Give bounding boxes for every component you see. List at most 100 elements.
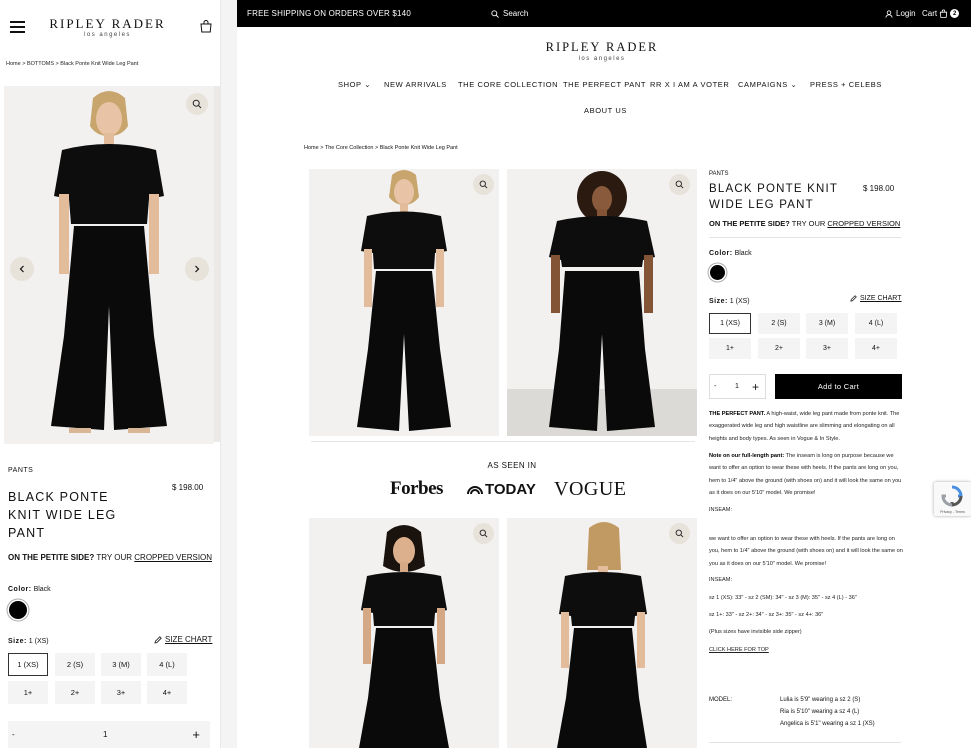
size-option[interactable]: 2 (S) xyxy=(758,313,800,334)
as-seen-in-heading: AS SEEN IN xyxy=(487,461,537,470)
recaptcha-terms: Privacy - Terms xyxy=(940,510,965,514)
size-option[interactable]: 3 (M) xyxy=(806,313,848,334)
nav-item-shop[interactable]: SHOP ⌄ xyxy=(338,80,371,89)
nav-item-campaigns[interactable]: CAMPAIGNS ⌄ xyxy=(738,80,797,89)
add-to-cart-button[interactable]: Add to Cart xyxy=(775,374,902,399)
perfect-pant-heading: THE PERFECT PANT. xyxy=(709,411,766,417)
size-option[interactable]: 3+ xyxy=(101,681,141,704)
divider xyxy=(709,742,901,743)
product-image[interactable] xyxy=(309,169,499,436)
size-option[interactable]: 2+ xyxy=(55,681,95,704)
nav-item-voter[interactable]: RR x I AM A VOTER xyxy=(650,80,729,89)
product-image[interactable] xyxy=(4,86,214,444)
size-option[interactable]: 1+ xyxy=(8,681,48,704)
petite-notice: ON THE PETITE SIDE? TRY OUR CROPPED VERS… xyxy=(8,553,212,562)
size-option[interactable]: 1 (XS) xyxy=(8,653,48,676)
color-label-row: Color: Black xyxy=(8,586,51,593)
size-option[interactable]: 1+ xyxy=(709,338,751,359)
mobile-scroll-divider xyxy=(220,0,237,748)
zoom-icon[interactable] xyxy=(669,523,690,544)
product-image[interactable] xyxy=(309,518,499,748)
cropped-version-link[interactable]: CROPPED VERSION xyxy=(827,219,900,228)
product-category: PANTS xyxy=(709,171,729,177)
size-option[interactable]: 4 (L) xyxy=(147,653,187,676)
note-heading: Note on our full-length pant: xyxy=(709,453,785,459)
quantity-decrease-button[interactable]: - xyxy=(12,730,15,739)
product-title: BLACK PONTE KNIT WIDE LEG PANT xyxy=(8,490,117,540)
size-option[interactable]: 3 (M) xyxy=(101,653,141,676)
size-option[interactable]: 4+ xyxy=(147,681,187,704)
cropped-version-link[interactable]: CROPPED VERSION xyxy=(134,553,212,562)
zoom-icon[interactable] xyxy=(473,523,494,544)
size-value: 1 (XS) xyxy=(28,638,49,645)
inseam-plus-sizes: sz 1+: 33" - sz 2+: 34" - sz 3+: 35" - s… xyxy=(709,612,824,618)
color-swatch-black[interactable] xyxy=(9,601,27,619)
recaptcha-badge[interactable]: Privacy - Terms xyxy=(934,482,971,516)
size-option[interactable]: 3+ xyxy=(806,338,848,359)
bag-icon[interactable] xyxy=(199,19,213,33)
today-text: TODAY xyxy=(485,481,536,498)
petite-try: TRY OUR xyxy=(791,219,826,228)
size-label: Size: xyxy=(8,638,27,645)
nav-item-press[interactable]: PRESS + CELEBS xyxy=(810,80,882,89)
zoom-icon[interactable] xyxy=(473,174,494,195)
size-label-row: Size: 1 (XS) xyxy=(709,298,750,305)
quantity-input[interactable]: 1 xyxy=(735,383,739,390)
product-category: PANTS xyxy=(8,467,34,474)
brand-logo[interactable]: RIPLEY RADER los angeles xyxy=(537,41,667,62)
size-option[interactable]: 2+ xyxy=(758,338,800,359)
product-image[interactable] xyxy=(507,518,697,748)
logo-text: RIPLEY RADER xyxy=(545,40,659,54)
size-option[interactable]: 2 (S) xyxy=(55,653,95,676)
today-logo: TODAY xyxy=(467,481,536,498)
brand-logo[interactable]: RIPLEY RADER los angeles xyxy=(40,17,175,38)
product-image[interactable] xyxy=(507,169,697,436)
inseam-label: INSEAM: xyxy=(709,577,733,583)
announcement-bar: FREE SHIPPING ON ORDERS OVER $140 Search… xyxy=(237,0,971,27)
pencil-icon xyxy=(850,295,857,302)
zoom-icon[interactable] xyxy=(669,174,690,195)
size-chart-link[interactable]: SIZE CHART xyxy=(850,295,902,302)
size-option[interactable]: 4+ xyxy=(855,338,897,359)
nav-item-new-arrivals[interactable]: NEW ARRIVALS xyxy=(384,80,447,89)
chevron-right-icon xyxy=(195,265,200,273)
color-swatch-black[interactable] xyxy=(710,265,725,280)
prev-image-button[interactable] xyxy=(10,257,34,281)
zipper-note: (Plus sizes have invisible side zipper) xyxy=(709,629,802,635)
cart-count-badge: 2 xyxy=(950,9,960,18)
logo-subtext: los angeles xyxy=(578,55,626,62)
logo-text: RIPLEY RADER xyxy=(49,16,166,31)
quantity-decrease-button[interactable]: - xyxy=(714,383,716,390)
vogue-logo: VOGUE xyxy=(554,478,627,500)
next-image-button[interactable] xyxy=(185,257,209,281)
login-link[interactable]: Login xyxy=(885,9,916,18)
breadcrumb[interactable]: Home > BOTTOMS > Black Ponte Knit Wide L… xyxy=(6,61,138,67)
petite-question: ON THE PETITE SIDE? xyxy=(709,219,790,228)
product-price: $ 198.00 xyxy=(863,184,895,193)
chevron-down-icon: ⌄ xyxy=(787,80,798,89)
color-value: Black xyxy=(734,250,752,257)
size-chart-label: SIZE CHART xyxy=(860,295,902,302)
quantity-increase-button[interactable]: + xyxy=(752,380,759,394)
nav-label: SHOP xyxy=(338,80,362,89)
size-value: 1 (XS) xyxy=(729,298,750,305)
size-option[interactable]: 1 (XS) xyxy=(709,313,751,334)
size-chart-link[interactable]: SIZE CHART xyxy=(154,635,212,644)
quantity-stepper: - 1 + xyxy=(8,721,210,748)
menu-icon[interactable] xyxy=(10,21,25,33)
description-perfect-pant: THE PERFECT PANT. A high-waist, wide leg… xyxy=(709,408,903,445)
quantity-increase-button[interactable]: + xyxy=(192,727,200,742)
size-option[interactable]: 4 (L) xyxy=(855,313,897,334)
breadcrumb[interactable]: Home > The Core Collection > Black Ponte… xyxy=(304,145,458,151)
search-button[interactable]: Search xyxy=(491,9,528,18)
nav-item-about[interactable]: ABOUT US xyxy=(584,106,627,115)
mobile-header: RIPLEY RADER los angeles xyxy=(0,0,220,56)
petite-try: TRY OUR xyxy=(96,553,133,562)
zoom-icon[interactable] xyxy=(186,93,208,115)
quantity-input[interactable]: 1 xyxy=(103,730,107,739)
click-here-for-top-link[interactable]: CLICK HERE FOR TOP xyxy=(709,644,903,656)
nav-item-perfect-pant[interactable]: THE PERFECT PANT xyxy=(563,80,646,89)
nav-item-core-collection[interactable]: THE CORE COLLECTION xyxy=(458,80,558,89)
user-icon xyxy=(885,9,893,18)
cart-link[interactable]: Cart 2 xyxy=(922,9,960,18)
